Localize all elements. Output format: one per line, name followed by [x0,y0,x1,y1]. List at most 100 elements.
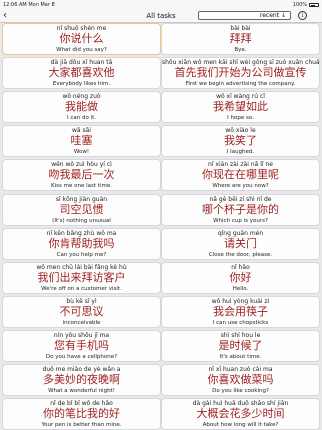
task-card[interactable]: nín yǒu shǒu jī ma 您有手机吗 Do you have a cel… [2,329,161,362]
card-hanzi: 拜拜 [229,32,252,45]
card-hanzi: 哪个杯子是你的 [202,202,279,216]
task-card[interactable]: sī kōng jiàn guàn 司空见惯 (It's) nothing unus… [2,193,161,226]
card-pinyin: duō me miào de yè wǎn a [42,366,121,373]
card-english: I can use chopsticks [212,319,269,326]
card-english: inconceivable [62,319,101,326]
card-english: I hope so. [227,115,254,122]
card-english: Do you have a cellphone? [45,353,118,360]
status-bar: 12:06 AM Mon Mar 8 100% [0,0,322,10]
card-pinyin: qǐng guān mén [217,229,264,237]
task-card[interactable]: duō me miào de yè wǎn a 多美妙的夜晚啊 What a won… [2,364,161,396]
card-hanzi: 大概会花多少时间 [196,407,285,421]
status-time: 12:06 AM [3,2,27,8]
card-hanzi: 多美妙的夜晚啊 [43,373,120,386]
card-hanzi: 你肯帮助我吗 [48,236,115,250]
card-pinyin: nǎ gè bēi zi shì nǐ de [209,195,272,203]
card-english: Where are you now? [212,183,269,190]
card-english: Can you help me? [56,251,107,258]
task-card[interactable]: nǐ xǐ huan zuò cài ma 你喜欢做菜吗 Do you like c… [161,364,320,396]
card-hanzi: 您有手机吗 [54,338,109,352]
card-english: Bye. [234,47,247,53]
card-hanzi: 我会用筷子 [213,304,268,318]
task-card[interactable]: nǐ xiàn zài zài nǎ lǐ ne 你现在在哪里呢 Where are… [161,159,320,192]
card-english: Wow! [73,149,90,156]
card-hanzi: 你现在在哪里呢 [202,168,279,182]
card-hanzi: 你好 [229,270,252,284]
task-card[interactable]: wǒ xī wàng rú cǐ 我希望如此 I hope so. [161,91,320,124]
card-hanzi: 我希望如此 [213,100,268,114]
sort-arrow-icon: ↓ [280,12,286,19]
card-english: (It's) nothing unusual [52,217,111,224]
task-card[interactable]: bài bài 拜拜 Bye. [161,23,320,55]
task-card[interactable]: dà jiā dōu xǐ huan tā 大家都喜欢他 Everybody lik… [2,57,161,90]
card-hanzi: 不可思议 [59,304,104,318]
card-english: What a wonderful night! [48,388,115,394]
card-hanzi: 我能做 [65,100,98,114]
status-date: Mon Mar 8 [28,2,55,8]
task-card[interactable]: nǐ de bǐ bǐ wǒ de hǎo 你的笔比我的好 Your pen is … [2,398,161,430]
card-english: Kiss me one last time. [51,183,112,190]
card-pinyin: nǐ hǎo [231,263,250,271]
sort-value: recent [259,12,280,19]
status-right: 100% [293,0,319,10]
card-english: Everybody likes him. [52,81,111,88]
card-english: First we begin advertising the company. [185,81,296,88]
card-pinyin: wǒ men chū lái bài fǎng kè hù [36,263,127,271]
card-hanzi: 吻我最后一次 [48,168,115,182]
card-hanzi: 是时候了 [218,338,263,352]
card-english: We're off on a customer visit. [41,285,122,292]
card-pinyin: shì shí hou le [220,331,261,339]
card-hanzi: 我们出来拜访客户 [37,270,126,284]
task-card[interactable]: wǒ néng zuò 我能做 I can do it. [2,91,161,124]
back-button[interactable]: ‹ [3,10,7,22]
task-card[interactable]: wǒ xiào le 我笑了 I laughed. [161,125,320,158]
card-english: What did you say? [56,47,107,53]
card-english: I laughed. [226,149,255,156]
card-english: Hello. [232,285,249,292]
task-card[interactable]: nǐ kěn bāng zhù wǒ ma 你肯帮助我吗 Can you help … [2,227,161,260]
task-card[interactable]: shì shí hou le 是时候了 It's about time. [161,329,320,362]
card-pinyin: wǒ huì yòng kuài zi [211,297,270,305]
sort-select[interactable]: recent ↓ [198,11,291,20]
card-pinyin: nǐ shuō shén me [56,25,107,32]
card-pinyin: bù kě sī yì [66,297,97,305]
task-card[interactable]: wā sāi 哇塞 Wow! [2,125,161,158]
card-pinyin: nǐ xǐ huan zuò cài ma [208,366,273,373]
battery-icon [309,3,319,7]
task-card[interactable]: wěn wǒ zuì hòu yí cì 吻我最后一次 Kiss me one la… [2,159,161,192]
task-card[interactable]: wǒ huì yòng kuài zi 我会用筷子 I can use chopst… [161,295,320,328]
card-hanzi: 大家都喜欢他 [48,66,115,80]
navigation-bar: ‹ All tasks recent ↓ i [0,10,322,23]
card-english: About how long will it take? [202,422,279,429]
card-pinyin: nín yǒu shǒu jī ma [53,331,110,339]
task-card[interactable]: nǐ shuō shén me 你说什么 What did you say? [2,23,161,55]
battery-percent: 100% [292,2,307,8]
card-hanzi: 哇塞 [70,134,93,148]
task-card[interactable]: bù kě sī yì 不可思议 inconceivable [2,295,161,328]
card-hanzi: 你的笔比我的好 [43,407,120,421]
status-time-date: 12:06 AM Mon Mar 8 [3,0,55,10]
card-pinyin: bài bài [230,25,251,32]
info-button[interactable]: i [298,11,307,20]
card-hanzi: 你说什么 [59,32,104,45]
task-card[interactable]: nǎ gè bēi zi shì nǐ de 哪个杯子是你的 Which cup i… [161,193,320,226]
task-card[interactable]: nǐ hǎo 你好 Hello. [161,261,320,294]
card-hanzi: 你喜欢做菜吗 [207,373,274,386]
card-pinyin: nǐ xiàn zài zài nǎ lǐ ne [208,161,273,169]
card-hanzi: 我笑了 [224,134,257,148]
task-card[interactable]: dà gài huì huā duō shǎo shí jiān 大概会花多少时间… [161,398,320,430]
card-english: Which cup is yours? [213,217,268,224]
card-english: It's about time. [219,353,262,360]
card-hanzi: 司空见惯 [59,202,104,216]
card-english: Do you like cooking? [212,388,269,394]
card-hanzi: 请关门 [224,236,257,250]
task-card[interactable]: shǒu xiān wǒ men kāi shǐ wèi gōng sī zuò… [161,57,320,90]
card-pinyin: sī kōng jiàn guàn [55,195,108,203]
card-english: Your pen is better than mine. [41,422,122,429]
card-hanzi: 首先我们开始为公司做宣传 [174,66,307,80]
card-pinyin: nǐ kěn bāng zhù wǒ ma [46,229,117,237]
task-card[interactable]: qǐng guān mén 请关门 Close the door, please. [161,227,320,260]
task-card[interactable]: wǒ men chū lái bài fǎng kè hù 我们出来拜访客户 We'… [2,261,161,294]
card-english: I can do it. [66,115,97,122]
card-english: Close the door, please. [208,251,273,258]
